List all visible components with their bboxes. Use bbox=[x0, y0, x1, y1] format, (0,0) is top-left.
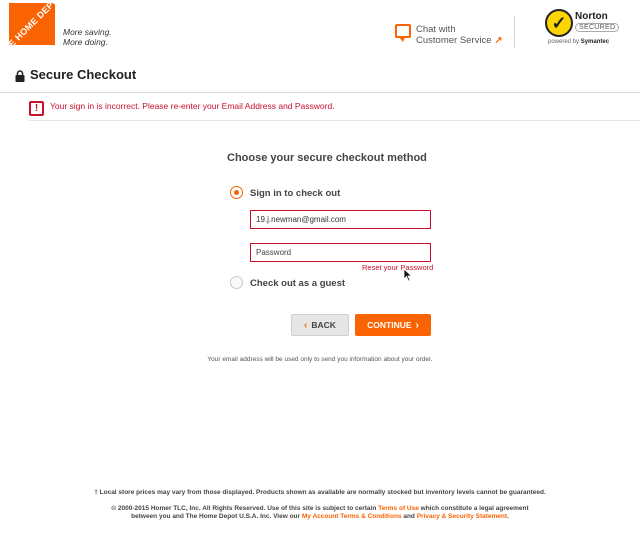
norton-secured-label: SECURED bbox=[575, 23, 620, 32]
chevron-left-icon: ‹ bbox=[304, 319, 308, 331]
guest-option-label[interactable]: Check out as a guest bbox=[250, 278, 345, 289]
norton-powered-by: powered by Symantec bbox=[548, 39, 609, 45]
chat-line-2: Customer Service bbox=[416, 35, 492, 46]
tagline: More saving. More doing. bbox=[63, 27, 112, 47]
continue-button[interactable]: CONTINUE › bbox=[355, 314, 431, 336]
radio-guest[interactable] bbox=[230, 276, 243, 289]
legal-and: and bbox=[403, 513, 415, 520]
chat-bubble-icon[interactable] bbox=[395, 24, 411, 42]
reset-password-link[interactable]: Reset your Password bbox=[362, 263, 433, 272]
tagline-line-1: More saving. bbox=[63, 27, 112, 37]
norton-powered-prefix: powered by bbox=[548, 39, 580, 45]
norton-powered-brand: Symantec bbox=[580, 39, 610, 45]
continue-button-label: CONTINUE bbox=[367, 320, 412, 330]
error-message: Your sign in is incorrect. Please re-ent… bbox=[50, 101, 335, 111]
email-usage-note: Your email address will be used only to … bbox=[207, 356, 433, 363]
email-field[interactable] bbox=[250, 210, 431, 229]
lock-icon bbox=[15, 70, 25, 82]
sign-in-option-label[interactable]: Sign in to check out bbox=[250, 188, 340, 199]
error-divider bbox=[29, 120, 640, 121]
checkout-method-title: Choose your secure checkout method bbox=[227, 152, 427, 164]
back-button[interactable]: ‹ BACK bbox=[291, 314, 349, 336]
legal-end: . bbox=[507, 513, 509, 520]
chat-line-1: Chat with bbox=[416, 24, 456, 35]
password-field[interactable] bbox=[250, 243, 431, 262]
footer-legal: © 2000-2015 Homer TLC, Inc. All Rights R… bbox=[0, 505, 640, 521]
error-icon: ! bbox=[29, 101, 44, 116]
legal-text-a: © 2000-2015 Homer TLC, Inc. All Rights R… bbox=[111, 505, 377, 512]
tagline-line-2: More doing. bbox=[63, 37, 108, 47]
page-title: Secure Checkout bbox=[30, 67, 137, 82]
title-divider bbox=[0, 92, 640, 93]
home-depot-logo[interactable]: THE HOME DEPOT bbox=[0, 0, 65, 57]
legal-text-c: between you and The Home Depot U.S.A. In… bbox=[131, 513, 301, 520]
norton-secured-badge[interactable]: ✓ Norton SECURED powered by Symantec bbox=[545, 9, 620, 49]
terms-of-use-link[interactable]: Terms of Use bbox=[378, 505, 419, 512]
account-terms-link[interactable]: My Account Terms & Conditions bbox=[302, 513, 402, 520]
back-button-label: BACK bbox=[311, 320, 336, 330]
legal-text-b: which constitute a legal agreement bbox=[420, 505, 529, 512]
radio-sign-in[interactable] bbox=[230, 186, 243, 199]
norton-check-icon: ✓ bbox=[545, 9, 573, 37]
norton-name: Norton bbox=[575, 11, 608, 22]
privacy-statement-link[interactable]: Privacy & Security Statement bbox=[417, 513, 507, 520]
chevron-right-icon: › bbox=[415, 319, 419, 331]
header-divider bbox=[514, 16, 515, 48]
chat-customer-service-link[interactable]: Chat with Customer Service ↗ bbox=[416, 24, 502, 46]
logo-text: THE HOME DEPOT bbox=[0, 0, 66, 58]
mouse-cursor-icon bbox=[403, 268, 413, 282]
footer-disclaimer: † Local store prices may vary from those… bbox=[94, 489, 546, 496]
external-arrow-icon: ↗ bbox=[494, 35, 503, 46]
